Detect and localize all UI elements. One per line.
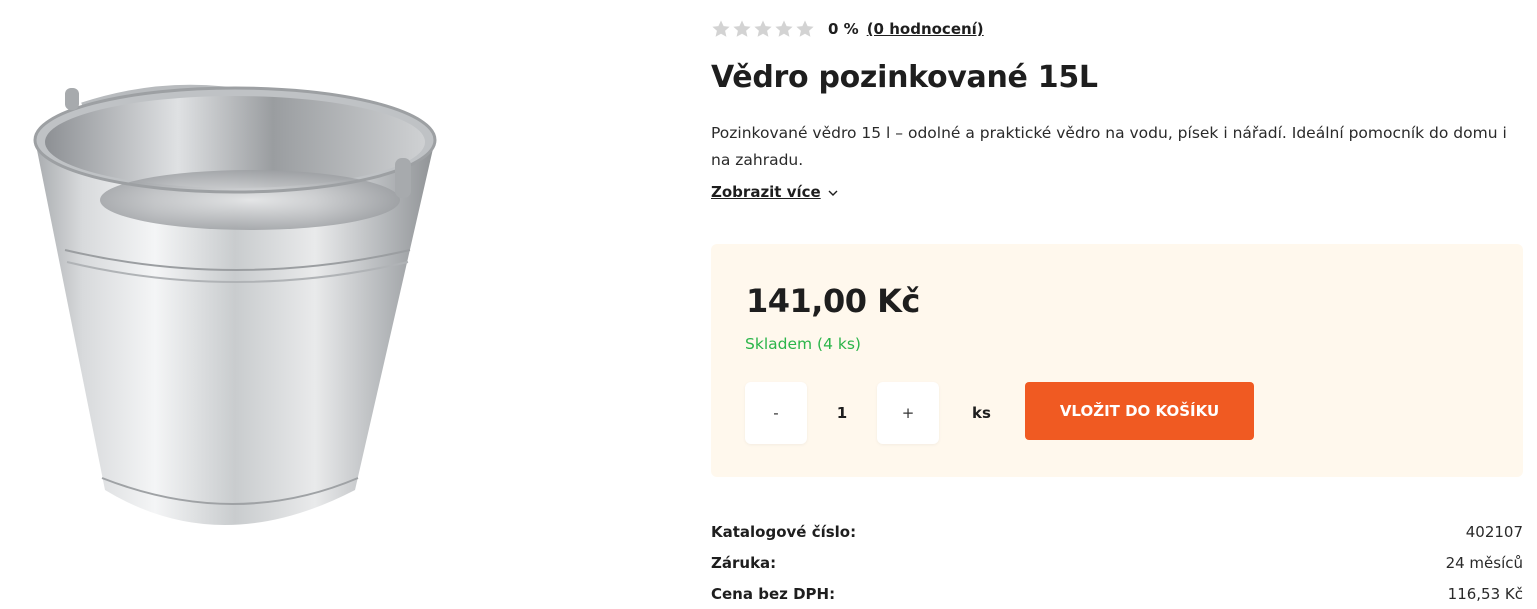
add-to-cart-button[interactable]: VLOŽIT DO KOŠÍKU xyxy=(1025,382,1254,440)
spec-value: 116,53 Kč xyxy=(1447,584,1523,603)
spec-row: Cena bez DPH: 116,53 Kč xyxy=(711,578,1523,609)
spec-value: 24 měsíců xyxy=(1445,553,1523,572)
product-specs: Katalogové číslo: 402107 Záruka: 24 měsí… xyxy=(711,516,1523,609)
star-icon[interactable] xyxy=(753,19,773,39)
quantity-unit: ks xyxy=(972,404,991,422)
quantity-decrease-button[interactable]: - xyxy=(745,382,807,444)
show-more-label: Zobrazit více xyxy=(711,183,821,201)
quantity-increase-button[interactable]: + xyxy=(877,382,939,444)
rating-stars[interactable] xyxy=(711,19,815,39)
rating-count-link[interactable]: (0 hodnocení) xyxy=(867,20,984,38)
rating-percent: 0 % xyxy=(828,20,859,38)
spec-row: Katalogové číslo: 402107 xyxy=(711,516,1523,547)
star-icon[interactable] xyxy=(711,19,731,39)
product-description: Pozinkované vědro 15 l – odolné a prakti… xyxy=(711,124,1507,169)
stock-status: Skladem (4 ks) xyxy=(745,335,861,353)
quantity-input[interactable] xyxy=(807,382,877,444)
star-icon[interactable] xyxy=(795,19,815,39)
show-more-link[interactable]: Zobrazit více xyxy=(711,183,839,201)
spec-label: Záruka: xyxy=(711,553,777,572)
star-icon[interactable] xyxy=(774,19,794,39)
rating: 0 % (0 hodnocení) xyxy=(711,18,984,40)
product-title: Vědro pozinkované 15L xyxy=(711,60,1098,95)
spec-label: Cena bez DPH: xyxy=(711,584,836,603)
spec-row: Záruka: 24 měsíců xyxy=(711,547,1523,578)
price: 141,00 Kč xyxy=(746,282,920,320)
product-image[interactable] xyxy=(20,60,460,560)
star-icon[interactable] xyxy=(732,19,752,39)
chevron-down-icon xyxy=(827,187,839,199)
spec-value: 402107 xyxy=(1465,522,1523,541)
buy-box: 141,00 Kč Skladem (4 ks) - + ks VLOŽIT D… xyxy=(711,244,1523,477)
spec-label: Katalogové číslo: xyxy=(711,522,857,541)
